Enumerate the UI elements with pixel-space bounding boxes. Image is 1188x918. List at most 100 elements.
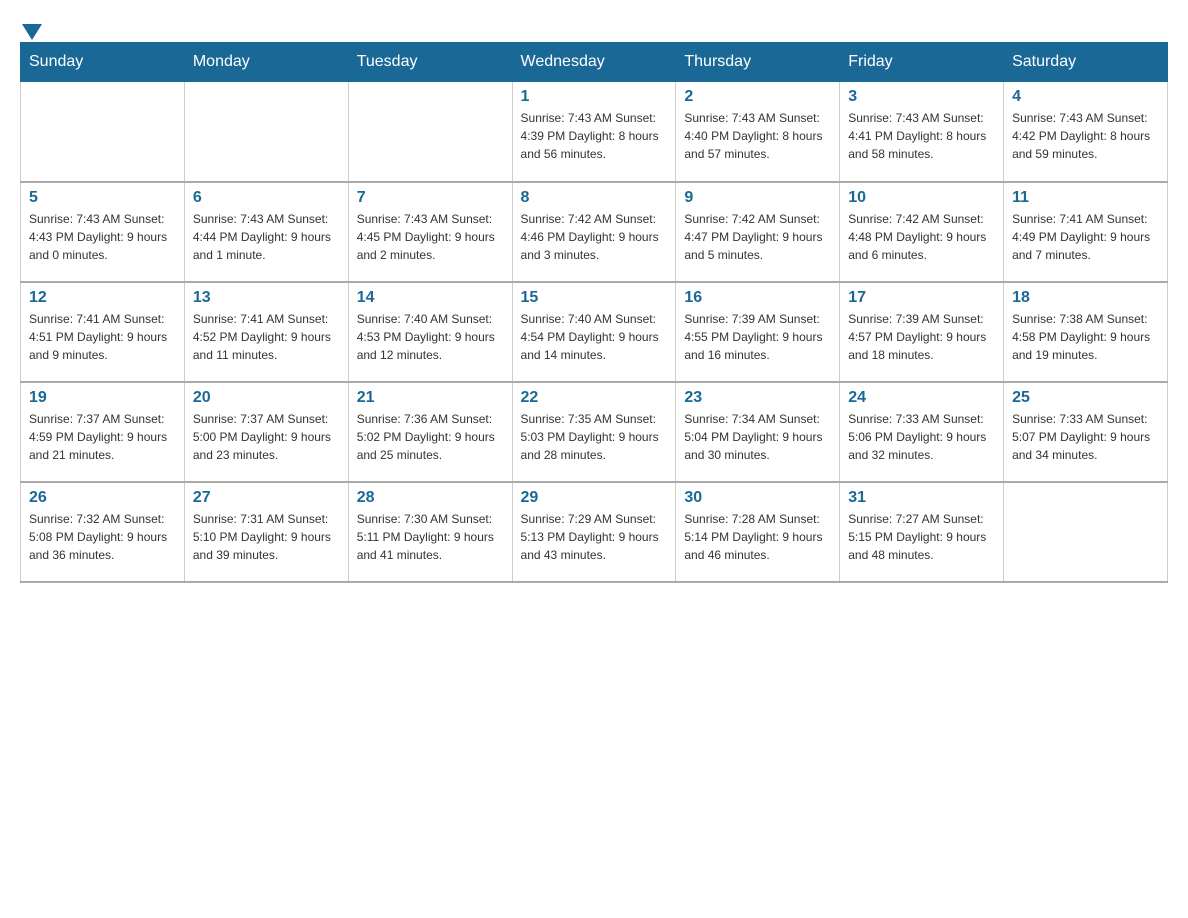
day-info: Sunrise: 7:28 AM Sunset: 5:14 PM Dayligh… bbox=[684, 510, 831, 564]
calendar-week-row: 12Sunrise: 7:41 AM Sunset: 4:51 PM Dayli… bbox=[21, 282, 1168, 382]
day-info: Sunrise: 7:41 AM Sunset: 4:49 PM Dayligh… bbox=[1012, 210, 1159, 264]
calendar-cell: 8 Sunrise: 7:42 AM Sunset: 4:46 PM Daylig… bbox=[512, 182, 676, 282]
day-number: 22 bbox=[521, 389, 668, 407]
calendar-cell: 1Sunrise: 7:43 AM Sunset: 4:39 PM Daylig… bbox=[512, 82, 676, 182]
day-info: Sunrise: 7:39 AM Sunset: 4:57 PM Dayligh… bbox=[848, 310, 995, 364]
calendar-cell: 19 Sunrise: 7:37 AM Sunset: 4:59 PM Dayli… bbox=[21, 382, 185, 482]
day-info: Sunrise: 7:41 AM Sunset: 4:52 PM Dayligh… bbox=[193, 310, 340, 364]
day-number: 27 bbox=[193, 489, 340, 507]
day-info: Sunrise: 7:41 AM Sunset: 4:51 PM Dayligh… bbox=[29, 310, 176, 364]
day-info: Sunrise: 7:42 AM Sunset: 4:46 PM Dayligh… bbox=[521, 210, 668, 264]
calendar-cell bbox=[184, 82, 348, 182]
calendar-cell: 4 Sunrise: 7:43 AM Sunset: 4:42 PM Daylig… bbox=[1004, 82, 1168, 182]
calendar-cell: 2Sunrise: 7:43 AM Sunset: 4:40 PM Daylig… bbox=[676, 82, 840, 182]
page-header bbox=[20, 20, 1168, 32]
day-number: 20 bbox=[193, 389, 340, 407]
day-number: 29 bbox=[521, 489, 668, 507]
day-number: 4 bbox=[1012, 88, 1159, 106]
calendar-week-row: 19 Sunrise: 7:37 AM Sunset: 4:59 PM Dayli… bbox=[21, 382, 1168, 482]
day-number: 21 bbox=[357, 389, 504, 407]
day-number: 13 bbox=[193, 289, 340, 307]
calendar-table: Sunday Monday Tuesday Wednesday Thursday… bbox=[20, 42, 1168, 583]
day-number: 7 bbox=[357, 189, 504, 207]
calendar-cell: 10 Sunrise: 7:42 AM Sunset: 4:48 PM Dayli… bbox=[840, 182, 1004, 282]
day-info: Sunrise: 7:33 AM Sunset: 5:06 PM Dayligh… bbox=[848, 410, 995, 464]
logo-general-text bbox=[20, 20, 42, 36]
day-info: Sunrise: 7:35 AM Sunset: 5:03 PM Dayligh… bbox=[521, 410, 668, 464]
day-info: Sunrise: 7:33 AM Sunset: 5:07 PM Dayligh… bbox=[1012, 410, 1159, 464]
calendar-cell: 26 Sunrise: 7:32 AM Sunset: 5:08 PM Dayli… bbox=[21, 482, 185, 582]
day-number: 23 bbox=[684, 389, 831, 407]
col-saturday: Saturday bbox=[1004, 43, 1168, 82]
day-number: 26 bbox=[29, 489, 176, 507]
day-info: Sunrise: 7:27 AM Sunset: 5:15 PM Dayligh… bbox=[848, 510, 995, 564]
calendar-cell: 23 Sunrise: 7:34 AM Sunset: 5:04 PM Dayli… bbox=[676, 382, 840, 482]
col-thursday: Thursday bbox=[676, 43, 840, 82]
calendar-cell: 13 Sunrise: 7:41 AM Sunset: 4:52 PM Dayli… bbox=[184, 282, 348, 382]
day-number: 28 bbox=[357, 489, 504, 507]
day-number: 8 bbox=[521, 189, 668, 207]
calendar-cell: 27Sunrise: 7:31 AM Sunset: 5:10 PM Dayli… bbox=[184, 482, 348, 582]
day-info: Sunrise: 7:43 AM Sunset: 4:42 PM Dayligh… bbox=[1012, 109, 1159, 163]
calendar-cell bbox=[1004, 482, 1168, 582]
day-info: Sunrise: 7:39 AM Sunset: 4:55 PM Dayligh… bbox=[684, 310, 831, 364]
day-number: 19 bbox=[29, 389, 176, 407]
calendar-cell: 25 Sunrise: 7:33 AM Sunset: 5:07 PM Dayli… bbox=[1004, 382, 1168, 482]
col-friday: Friday bbox=[840, 43, 1004, 82]
calendar-cell bbox=[348, 82, 512, 182]
day-info: Sunrise: 7:36 AM Sunset: 5:02 PM Dayligh… bbox=[357, 410, 504, 464]
day-info: Sunrise: 7:43 AM Sunset: 4:45 PM Dayligh… bbox=[357, 210, 504, 264]
day-info: Sunrise: 7:40 AM Sunset: 4:53 PM Dayligh… bbox=[357, 310, 504, 364]
day-number: 16 bbox=[684, 289, 831, 307]
day-number: 31 bbox=[848, 489, 995, 507]
calendar-cell: 14 Sunrise: 7:40 AM Sunset: 4:53 PM Dayli… bbox=[348, 282, 512, 382]
calendar-cell: 22 Sunrise: 7:35 AM Sunset: 5:03 PM Dayli… bbox=[512, 382, 676, 482]
day-number: 6 bbox=[193, 189, 340, 207]
day-number: 3 bbox=[848, 88, 995, 106]
calendar-cell: 30Sunrise: 7:28 AM Sunset: 5:14 PM Dayli… bbox=[676, 482, 840, 582]
day-info: Sunrise: 7:30 AM Sunset: 5:11 PM Dayligh… bbox=[357, 510, 504, 564]
calendar-cell: 11Sunrise: 7:41 AM Sunset: 4:49 PM Dayli… bbox=[1004, 182, 1168, 282]
day-info: Sunrise: 7:42 AM Sunset: 4:48 PM Dayligh… bbox=[848, 210, 995, 264]
day-info: Sunrise: 7:43 AM Sunset: 4:44 PM Dayligh… bbox=[193, 210, 340, 264]
calendar-cell: 7 Sunrise: 7:43 AM Sunset: 4:45 PM Daylig… bbox=[348, 182, 512, 282]
day-number: 25 bbox=[1012, 389, 1159, 407]
day-info: Sunrise: 7:32 AM Sunset: 5:08 PM Dayligh… bbox=[29, 510, 176, 564]
day-info: Sunrise: 7:43 AM Sunset: 4:39 PM Dayligh… bbox=[521, 109, 668, 163]
calendar-cell: 29 Sunrise: 7:29 AM Sunset: 5:13 PM Dayli… bbox=[512, 482, 676, 582]
day-info: Sunrise: 7:29 AM Sunset: 5:13 PM Dayligh… bbox=[521, 510, 668, 564]
day-info: Sunrise: 7:43 AM Sunset: 4:41 PM Dayligh… bbox=[848, 109, 995, 163]
calendar-cell: 17 Sunrise: 7:39 AM Sunset: 4:57 PM Dayli… bbox=[840, 282, 1004, 382]
day-info: Sunrise: 7:40 AM Sunset: 4:54 PM Dayligh… bbox=[521, 310, 668, 364]
day-info: Sunrise: 7:37 AM Sunset: 4:59 PM Dayligh… bbox=[29, 410, 176, 464]
calendar-cell: 5Sunrise: 7:43 AM Sunset: 4:43 PM Daylig… bbox=[21, 182, 185, 282]
calendar-cell: 31 Sunrise: 7:27 AM Sunset: 5:15 PM Dayli… bbox=[840, 482, 1004, 582]
calendar-week-row: 5Sunrise: 7:43 AM Sunset: 4:43 PM Daylig… bbox=[21, 182, 1168, 282]
calendar-cell: 28 Sunrise: 7:30 AM Sunset: 5:11 PM Dayli… bbox=[348, 482, 512, 582]
day-info: Sunrise: 7:37 AM Sunset: 5:00 PM Dayligh… bbox=[193, 410, 340, 464]
col-tuesday: Tuesday bbox=[348, 43, 512, 82]
day-info: Sunrise: 7:42 AM Sunset: 4:47 PM Dayligh… bbox=[684, 210, 831, 264]
calendar-week-row: 26 Sunrise: 7:32 AM Sunset: 5:08 PM Dayli… bbox=[21, 482, 1168, 582]
day-number: 5 bbox=[29, 189, 176, 207]
day-number: 15 bbox=[521, 289, 668, 307]
day-info: Sunrise: 7:43 AM Sunset: 4:40 PM Dayligh… bbox=[684, 109, 831, 163]
col-wednesday: Wednesday bbox=[512, 43, 676, 82]
calendar-cell: 21 Sunrise: 7:36 AM Sunset: 5:02 PM Dayli… bbox=[348, 382, 512, 482]
day-info: Sunrise: 7:34 AM Sunset: 5:04 PM Dayligh… bbox=[684, 410, 831, 464]
day-number: 14 bbox=[357, 289, 504, 307]
calendar-header-row: Sunday Monday Tuesday Wednesday Thursday… bbox=[21, 43, 1168, 82]
calendar-cell: 24 Sunrise: 7:33 AM Sunset: 5:06 PM Dayli… bbox=[840, 382, 1004, 482]
calendar-cell: 16 Sunrise: 7:39 AM Sunset: 4:55 PM Dayli… bbox=[676, 282, 840, 382]
calendar-cell: 18Sunrise: 7:38 AM Sunset: 4:58 PM Dayli… bbox=[1004, 282, 1168, 382]
day-number: 24 bbox=[848, 389, 995, 407]
day-number: 10 bbox=[848, 189, 995, 207]
day-number: 17 bbox=[848, 289, 995, 307]
calendar-cell: 20 Sunrise: 7:37 AM Sunset: 5:00 PM Dayli… bbox=[184, 382, 348, 482]
calendar-cell: 3 Sunrise: 7:43 AM Sunset: 4:41 PM Daylig… bbox=[840, 82, 1004, 182]
calendar-cell: 9Sunrise: 7:42 AM Sunset: 4:47 PM Daylig… bbox=[676, 182, 840, 282]
day-number: 18 bbox=[1012, 289, 1159, 307]
calendar-cell: 6 Sunrise: 7:43 AM Sunset: 4:44 PM Daylig… bbox=[184, 182, 348, 282]
calendar-cell: 12Sunrise: 7:41 AM Sunset: 4:51 PM Dayli… bbox=[21, 282, 185, 382]
col-sunday: Sunday bbox=[21, 43, 185, 82]
